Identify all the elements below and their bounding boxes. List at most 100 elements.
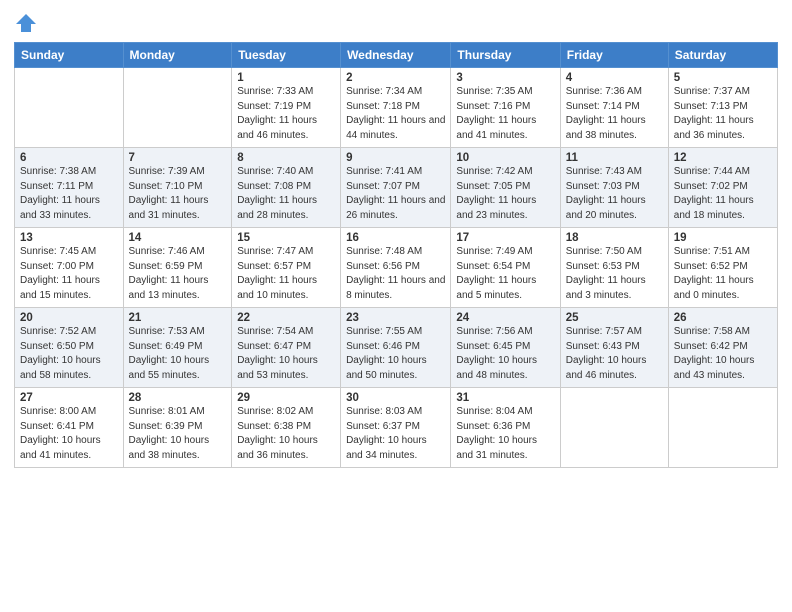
day-of-week-tuesday: Tuesday bbox=[232, 43, 341, 68]
day-info: Sunrise: 8:00 AMSunset: 6:41 PMDaylight:… bbox=[20, 405, 118, 463]
day-number: 17 bbox=[456, 232, 554, 244]
day-number: 18 bbox=[566, 232, 663, 244]
day-info: Sunrise: 7:40 AMSunset: 7:08 PMDaylight:… bbox=[237, 165, 335, 223]
calendar-cell: 18Sunrise: 7:50 AMSunset: 6:53 PMDayligh… bbox=[560, 228, 668, 308]
day-info: Sunrise: 7:34 AMSunset: 7:18 PMDaylight:… bbox=[346, 85, 445, 143]
day-info: Sunrise: 7:48 AMSunset: 6:56 PMDaylight:… bbox=[346, 245, 445, 303]
day-number: 23 bbox=[346, 312, 445, 324]
day-info: Sunrise: 8:01 AMSunset: 6:39 PMDaylight:… bbox=[129, 405, 227, 463]
calendar-week-row: 13Sunrise: 7:45 AMSunset: 7:00 PMDayligh… bbox=[15, 228, 778, 308]
day-number: 21 bbox=[129, 312, 227, 324]
day-number: 7 bbox=[129, 152, 227, 164]
day-number: 30 bbox=[346, 392, 445, 404]
calendar-cell: 7Sunrise: 7:39 AMSunset: 7:10 PMDaylight… bbox=[123, 148, 232, 228]
calendar-cell: 2Sunrise: 7:34 AMSunset: 7:18 PMDaylight… bbox=[341, 68, 451, 148]
page: SundayMondayTuesdayWednesdayThursdayFrid… bbox=[0, 0, 792, 612]
day-number: 14 bbox=[129, 232, 227, 244]
calendar-cell: 13Sunrise: 7:45 AMSunset: 7:00 PMDayligh… bbox=[15, 228, 124, 308]
day-info: Sunrise: 7:57 AMSunset: 6:43 PMDaylight:… bbox=[566, 325, 663, 383]
calendar-header-row: SundayMondayTuesdayWednesdayThursdayFrid… bbox=[15, 43, 778, 68]
day-of-week-sunday: Sunday bbox=[15, 43, 124, 68]
calendar-cell: 1Sunrise: 7:33 AMSunset: 7:19 PMDaylight… bbox=[232, 68, 341, 148]
day-number: 22 bbox=[237, 312, 335, 324]
calendar-cell: 31Sunrise: 8:04 AMSunset: 6:36 PMDayligh… bbox=[451, 388, 560, 468]
logo bbox=[14, 14, 36, 34]
day-info: Sunrise: 7:39 AMSunset: 7:10 PMDaylight:… bbox=[129, 165, 227, 223]
day-info: Sunrise: 7:47 AMSunset: 6:57 PMDaylight:… bbox=[237, 245, 335, 303]
calendar-cell: 27Sunrise: 8:00 AMSunset: 6:41 PMDayligh… bbox=[15, 388, 124, 468]
calendar-cell: 22Sunrise: 7:54 AMSunset: 6:47 PMDayligh… bbox=[232, 308, 341, 388]
logo-area bbox=[14, 10, 36, 34]
calendar-cell bbox=[123, 68, 232, 148]
day-number: 11 bbox=[566, 152, 663, 164]
calendar-cell: 24Sunrise: 7:56 AMSunset: 6:45 PMDayligh… bbox=[451, 308, 560, 388]
calendar-cell: 15Sunrise: 7:47 AMSunset: 6:57 PMDayligh… bbox=[232, 228, 341, 308]
day-info: Sunrise: 7:38 AMSunset: 7:11 PMDaylight:… bbox=[20, 165, 118, 223]
calendar-cell: 10Sunrise: 7:42 AMSunset: 7:05 PMDayligh… bbox=[451, 148, 560, 228]
calendar-cell: 11Sunrise: 7:43 AMSunset: 7:03 PMDayligh… bbox=[560, 148, 668, 228]
day-info: Sunrise: 7:41 AMSunset: 7:07 PMDaylight:… bbox=[346, 165, 445, 223]
calendar-cell: 9Sunrise: 7:41 AMSunset: 7:07 PMDaylight… bbox=[341, 148, 451, 228]
header bbox=[14, 10, 778, 34]
day-info: Sunrise: 7:58 AMSunset: 6:42 PMDaylight:… bbox=[674, 325, 772, 383]
day-of-week-wednesday: Wednesday bbox=[341, 43, 451, 68]
calendar-cell bbox=[15, 68, 124, 148]
day-number: 31 bbox=[456, 392, 554, 404]
day-number: 20 bbox=[20, 312, 118, 324]
day-number: 5 bbox=[674, 72, 772, 84]
day-number: 1 bbox=[237, 72, 335, 84]
day-number: 13 bbox=[20, 232, 118, 244]
logo-icon bbox=[16, 14, 36, 32]
day-number: 26 bbox=[674, 312, 772, 324]
day-number: 19 bbox=[674, 232, 772, 244]
day-number: 25 bbox=[566, 312, 663, 324]
calendar-cell bbox=[560, 388, 668, 468]
day-info: Sunrise: 7:56 AMSunset: 6:45 PMDaylight:… bbox=[456, 325, 554, 383]
day-info: Sunrise: 7:51 AMSunset: 6:52 PMDaylight:… bbox=[674, 245, 772, 303]
calendar-cell: 3Sunrise: 7:35 AMSunset: 7:16 PMDaylight… bbox=[451, 68, 560, 148]
calendar-cell: 23Sunrise: 7:55 AMSunset: 6:46 PMDayligh… bbox=[341, 308, 451, 388]
day-info: Sunrise: 7:36 AMSunset: 7:14 PMDaylight:… bbox=[566, 85, 663, 143]
day-number: 16 bbox=[346, 232, 445, 244]
day-info: Sunrise: 7:37 AMSunset: 7:13 PMDaylight:… bbox=[674, 85, 772, 143]
day-info: Sunrise: 7:54 AMSunset: 6:47 PMDaylight:… bbox=[237, 325, 335, 383]
day-info: Sunrise: 7:49 AMSunset: 6:54 PMDaylight:… bbox=[456, 245, 554, 303]
calendar-cell bbox=[668, 388, 777, 468]
day-info: Sunrise: 7:52 AMSunset: 6:50 PMDaylight:… bbox=[20, 325, 118, 383]
day-number: 29 bbox=[237, 392, 335, 404]
day-info: Sunrise: 8:03 AMSunset: 6:37 PMDaylight:… bbox=[346, 405, 445, 463]
day-number: 10 bbox=[456, 152, 554, 164]
day-of-week-saturday: Saturday bbox=[668, 43, 777, 68]
calendar-cell: 25Sunrise: 7:57 AMSunset: 6:43 PMDayligh… bbox=[560, 308, 668, 388]
calendar-cell: 4Sunrise: 7:36 AMSunset: 7:14 PMDaylight… bbox=[560, 68, 668, 148]
day-info: Sunrise: 7:46 AMSunset: 6:59 PMDaylight:… bbox=[129, 245, 227, 303]
calendar-table: SundayMondayTuesdayWednesdayThursdayFrid… bbox=[14, 42, 778, 468]
calendar-cell: 19Sunrise: 7:51 AMSunset: 6:52 PMDayligh… bbox=[668, 228, 777, 308]
day-info: Sunrise: 7:42 AMSunset: 7:05 PMDaylight:… bbox=[456, 165, 554, 223]
day-info: Sunrise: 7:43 AMSunset: 7:03 PMDaylight:… bbox=[566, 165, 663, 223]
calendar-cell: 21Sunrise: 7:53 AMSunset: 6:49 PMDayligh… bbox=[123, 308, 232, 388]
calendar-cell: 14Sunrise: 7:46 AMSunset: 6:59 PMDayligh… bbox=[123, 228, 232, 308]
calendar-cell: 16Sunrise: 7:48 AMSunset: 6:56 PMDayligh… bbox=[341, 228, 451, 308]
day-info: Sunrise: 7:50 AMSunset: 6:53 PMDaylight:… bbox=[566, 245, 663, 303]
calendar-cell: 6Sunrise: 7:38 AMSunset: 7:11 PMDaylight… bbox=[15, 148, 124, 228]
calendar-cell: 26Sunrise: 7:58 AMSunset: 6:42 PMDayligh… bbox=[668, 308, 777, 388]
day-number: 27 bbox=[20, 392, 118, 404]
day-number: 6 bbox=[20, 152, 118, 164]
day-number: 3 bbox=[456, 72, 554, 84]
calendar-week-row: 1Sunrise: 7:33 AMSunset: 7:19 PMDaylight… bbox=[15, 68, 778, 148]
day-number: 8 bbox=[237, 152, 335, 164]
calendar-cell: 20Sunrise: 7:52 AMSunset: 6:50 PMDayligh… bbox=[15, 308, 124, 388]
day-info: Sunrise: 8:04 AMSunset: 6:36 PMDaylight:… bbox=[456, 405, 554, 463]
day-info: Sunrise: 7:55 AMSunset: 6:46 PMDaylight:… bbox=[346, 325, 445, 383]
day-of-week-friday: Friday bbox=[560, 43, 668, 68]
day-number: 12 bbox=[674, 152, 772, 164]
day-number: 24 bbox=[456, 312, 554, 324]
day-info: Sunrise: 7:33 AMSunset: 7:19 PMDaylight:… bbox=[237, 85, 335, 143]
day-info: Sunrise: 8:02 AMSunset: 6:38 PMDaylight:… bbox=[237, 405, 335, 463]
day-number: 9 bbox=[346, 152, 445, 164]
calendar-week-row: 27Sunrise: 8:00 AMSunset: 6:41 PMDayligh… bbox=[15, 388, 778, 468]
calendar-week-row: 20Sunrise: 7:52 AMSunset: 6:50 PMDayligh… bbox=[15, 308, 778, 388]
day-of-week-monday: Monday bbox=[123, 43, 232, 68]
calendar-week-row: 6Sunrise: 7:38 AMSunset: 7:11 PMDaylight… bbox=[15, 148, 778, 228]
